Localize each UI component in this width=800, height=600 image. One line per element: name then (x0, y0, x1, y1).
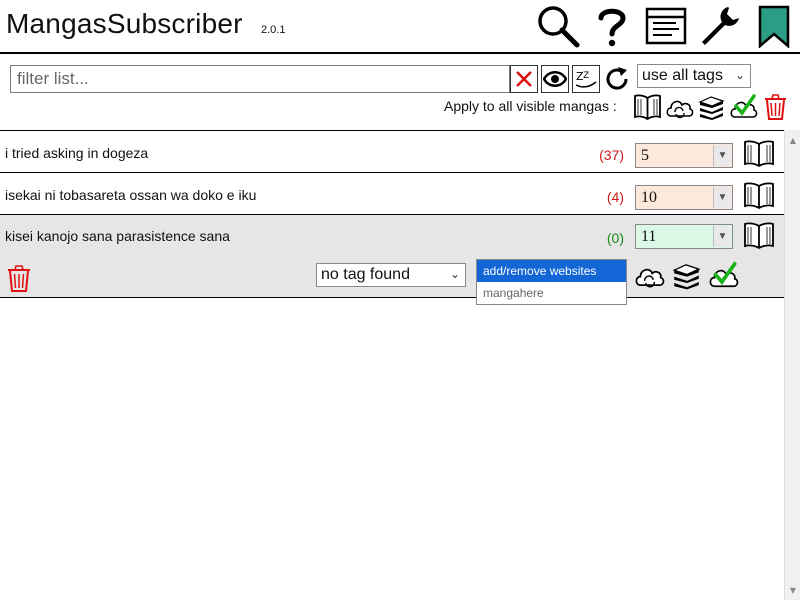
bookmark-icon[interactable] (752, 4, 796, 48)
svg-text:Z: Z (583, 71, 589, 81)
manga-row[interactable]: isekai ni tobasareta ossan wa doko e iku… (0, 173, 784, 215)
wrench-icon[interactable] (698, 4, 742, 48)
delete-manga-icon[interactable] (5, 263, 33, 293)
manga-row[interactable]: i tried asking in dogeza (37) 5 ▼ (0, 131, 784, 173)
vertical-scrollbar[interactable]: ▲ ▼ (784, 130, 800, 600)
clear-filter-icon[interactable] (510, 65, 538, 93)
chevron-down-icon: ⌄ (449, 267, 460, 281)
help-icon[interactable] (590, 4, 634, 48)
books-stack-icon[interactable] (671, 259, 702, 291)
scroll-up-icon[interactable]: ▲ (785, 132, 800, 148)
search-icon[interactable] (536, 4, 580, 48)
scroll-down-icon[interactable]: ▼ (785, 582, 800, 598)
chapter-value: 10 (641, 188, 657, 206)
header-toolbar (536, 4, 796, 48)
new-chapters-count: (0) (606, 230, 624, 246)
cloud-check-icon[interactable] (729, 92, 758, 121)
chevron-down-icon: ⌄ (734, 68, 745, 82)
chapter-select[interactable]: 11 ▼ (635, 224, 733, 249)
trash-icon[interactable] (761, 92, 790, 121)
chapter-select[interactable]: 5 ▼ (635, 143, 733, 168)
website-option-add-remove[interactable]: add/remove websites (477, 260, 626, 282)
chevron-down-icon: ▼ (713, 145, 731, 166)
app-header: MangasSubscriber 2.0.1 (0, 0, 800, 54)
app-title: MangasSubscriber (6, 8, 243, 39)
mark-read-all-icon[interactable] (633, 92, 662, 121)
sleep-icon[interactable]: ZZ (572, 65, 600, 93)
websites-listbox[interactable]: add/remove websites mangahere (476, 259, 627, 305)
chevron-down-icon: ▼ (713, 187, 731, 208)
manga-title[interactable]: i tried asking in dogeza (5, 145, 148, 161)
cloud-check-icon[interactable] (708, 259, 739, 291)
website-option[interactable]: mangahere (477, 282, 626, 304)
chevron-down-icon: ▼ (713, 226, 731, 247)
manga-tag-value: no tag found (321, 266, 410, 283)
read-book-icon[interactable] (743, 138, 775, 168)
books-stack-icon[interactable] (697, 92, 726, 121)
manga-actions (634, 259, 739, 291)
list-icon[interactable] (644, 4, 688, 48)
chapter-value: 11 (641, 227, 657, 245)
chapter-value: 5 (641, 146, 649, 164)
new-chapters-count: (4) (606, 189, 624, 205)
filter-input[interactable] (10, 65, 510, 93)
manga-row-expanded[interactable]: kisei kanojo sana parasistence sana (0) … (0, 215, 784, 305)
new-chapters-count: (37) (599, 147, 624, 163)
chapter-select[interactable]: 10 ▼ (635, 185, 733, 210)
manga-tag-select[interactable]: no tag found ⌄ (316, 263, 466, 287)
eye-icon[interactable] (541, 65, 569, 93)
manga-title[interactable]: isekai ni tobasareta ossan wa doko e iku (5, 187, 256, 203)
manga-title[interactable]: kisei kanojo sana parasistence sana (5, 228, 230, 244)
apply-toolbar (633, 92, 790, 121)
apply-label: Apply to all visible mangas : (444, 98, 617, 114)
tags-filter-select[interactable]: use all tags ⌄ (637, 64, 751, 88)
tags-filter-value: use all tags (642, 67, 723, 84)
app-version: 2.0.1 (261, 24, 286, 36)
cloud-sync-icon[interactable] (665, 92, 694, 121)
read-book-icon[interactable] (743, 220, 775, 250)
manga-list: i tried asking in dogeza (37) 5 ▼ isekai… (0, 130, 784, 305)
cloud-sync-icon[interactable] (634, 259, 665, 291)
refresh-icon[interactable] (603, 65, 631, 93)
read-book-icon[interactable] (743, 180, 775, 210)
